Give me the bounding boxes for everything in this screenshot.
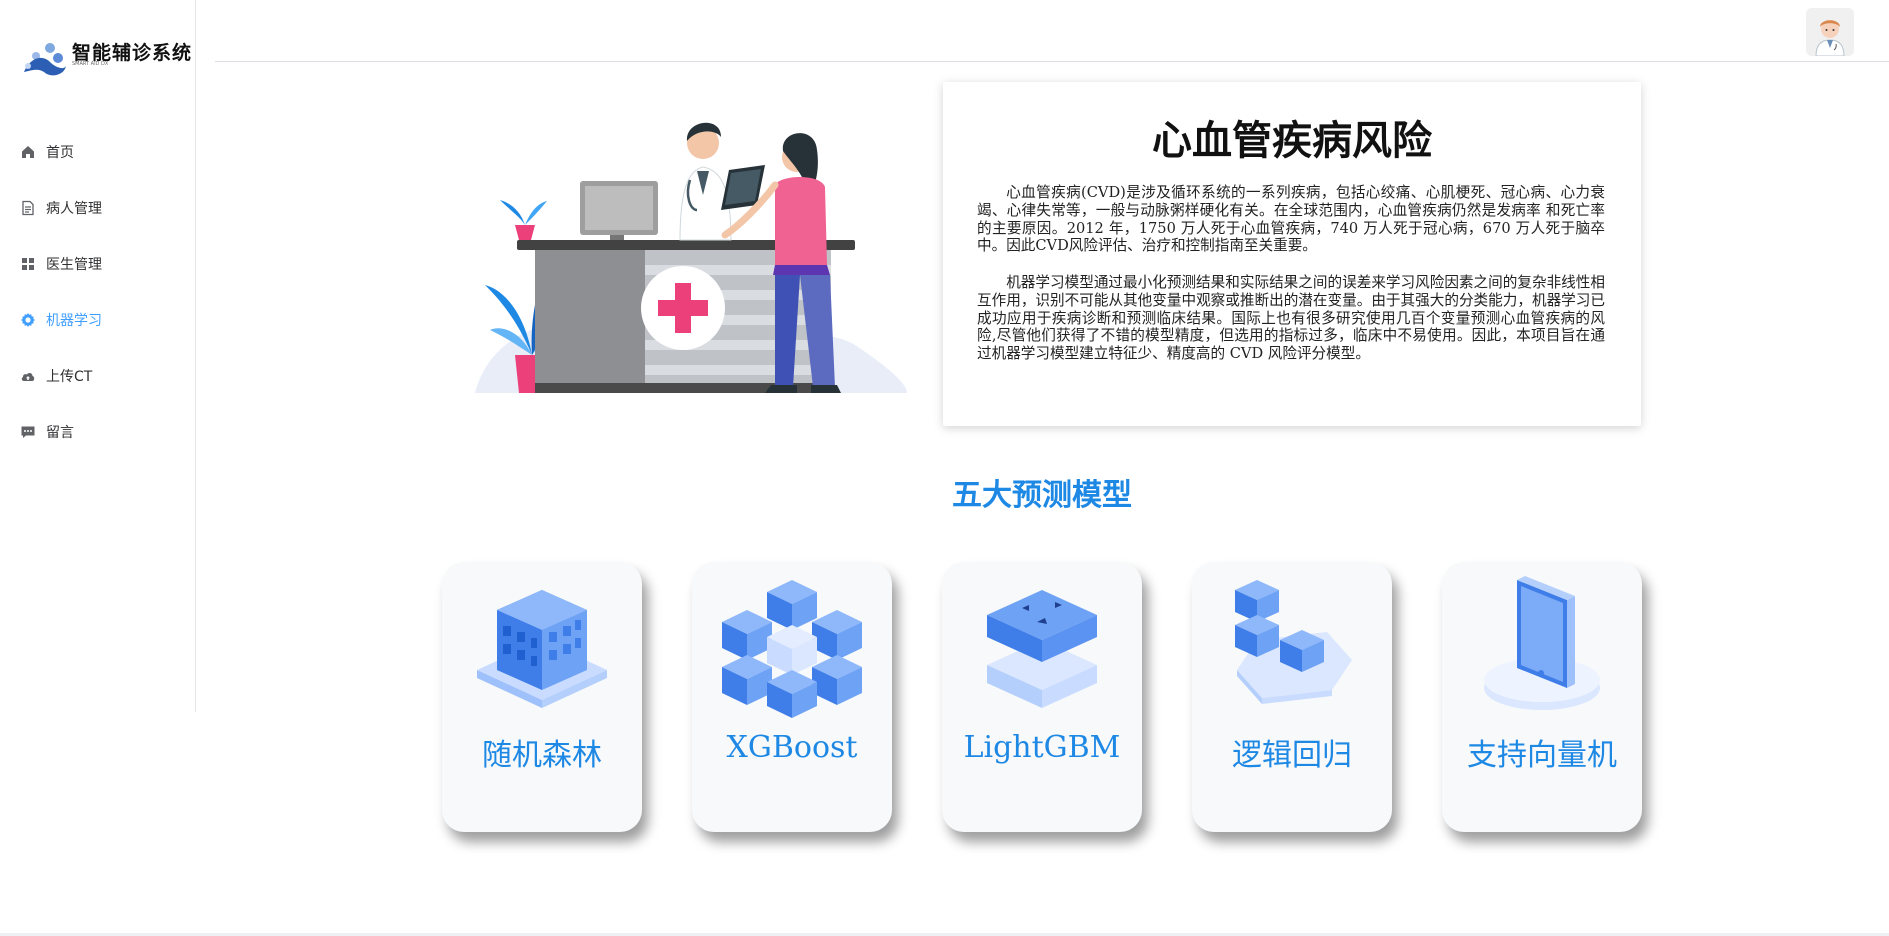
logo-mark-icon xyxy=(24,43,66,76)
sidebar-item-label: 上传CT xyxy=(46,369,93,385)
grid-icon xyxy=(20,256,36,272)
cloud-upload-icon xyxy=(20,368,36,384)
sidebar-item-label: 病人管理 xyxy=(46,201,102,217)
gear-icon xyxy=(20,312,36,328)
model-card-svm[interactable]: 支持向量机 xyxy=(1442,562,1642,832)
model-label: 随机森林 xyxy=(482,738,602,773)
sidebar-item-home[interactable]: 首页 xyxy=(0,124,195,180)
model-label: 逻辑回归 xyxy=(1232,738,1352,773)
model-card-random-forest[interactable]: 随机森林 xyxy=(442,562,642,832)
sidebar-item-doctors[interactable]: 医生管理 xyxy=(0,236,195,292)
model-label: LightGBM xyxy=(963,730,1121,765)
user-avatar[interactable] xyxy=(1806,8,1854,56)
document-icon xyxy=(20,200,36,216)
sidebar-item-upload-ct[interactable]: 上传CT xyxy=(0,348,195,404)
intro-paragraph-1: 心血管疾病(CVD)是涉及循环系统的一系列疾病，包括心绞痛、心肌梗死、冠心病、心… xyxy=(977,184,1605,255)
sidebar-item-label: 留言 xyxy=(46,425,74,441)
cubes-icon xyxy=(722,580,862,718)
building-icon xyxy=(477,590,607,708)
model-label: XGBoost xyxy=(726,730,858,765)
intro-title: 心血管疾病风险 xyxy=(1152,118,1432,164)
header-divider xyxy=(215,61,1889,62)
intro-paragraph-2: 机器学习模型通过最小化预测结果和实际结果之间的误差来学习风险因素之间的复杂非线性… xyxy=(977,274,1605,363)
sidebar-item-machine-learning[interactable]: 机器学习 xyxy=(0,292,195,348)
blocks-icon xyxy=(1235,580,1352,704)
sidebar-item-label: 医生管理 xyxy=(46,257,102,273)
model-card-logistic-regression[interactable]: 逻辑回归 xyxy=(1192,562,1392,832)
sidebar-item-label: 机器学习 xyxy=(46,313,102,329)
model-card-lightgbm[interactable]: LightGBM xyxy=(942,562,1142,832)
layers-icon xyxy=(987,590,1097,708)
model-label: 支持向量机 xyxy=(1467,738,1617,773)
intro-card: 心血管疾病风险 心血管疾病(CVD)是涉及循环系统的一系列疾病，包括心绞痛、心肌… xyxy=(943,82,1641,426)
sidebar-item-patients[interactable]: 病人管理 xyxy=(0,180,195,236)
sidebar-item-messages[interactable]: 留言 xyxy=(0,404,195,460)
doctor-avatar-icon xyxy=(1806,8,1854,56)
app-subtitle: SMART AID DX xyxy=(72,61,109,67)
sidebar: 智能辅诊系统 SMART AID DX 首页 病人管理 医生管理 机器学习 上传… xyxy=(0,0,196,712)
model-card-xgboost[interactable]: XGBoost xyxy=(692,562,892,832)
sidebar-menu: 首页 病人管理 医生管理 机器学习 上传CT 留言 xyxy=(0,124,195,460)
app-logo[interactable]: 智能辅诊系统 SMART AID DX xyxy=(20,36,192,80)
message-icon xyxy=(20,424,36,440)
models-section-title: 五大预测模型 xyxy=(952,478,1132,513)
reception-illustration xyxy=(475,122,907,393)
tablet-icon xyxy=(1484,576,1600,710)
home-icon xyxy=(20,144,36,160)
sidebar-item-label: 首页 xyxy=(46,145,74,161)
